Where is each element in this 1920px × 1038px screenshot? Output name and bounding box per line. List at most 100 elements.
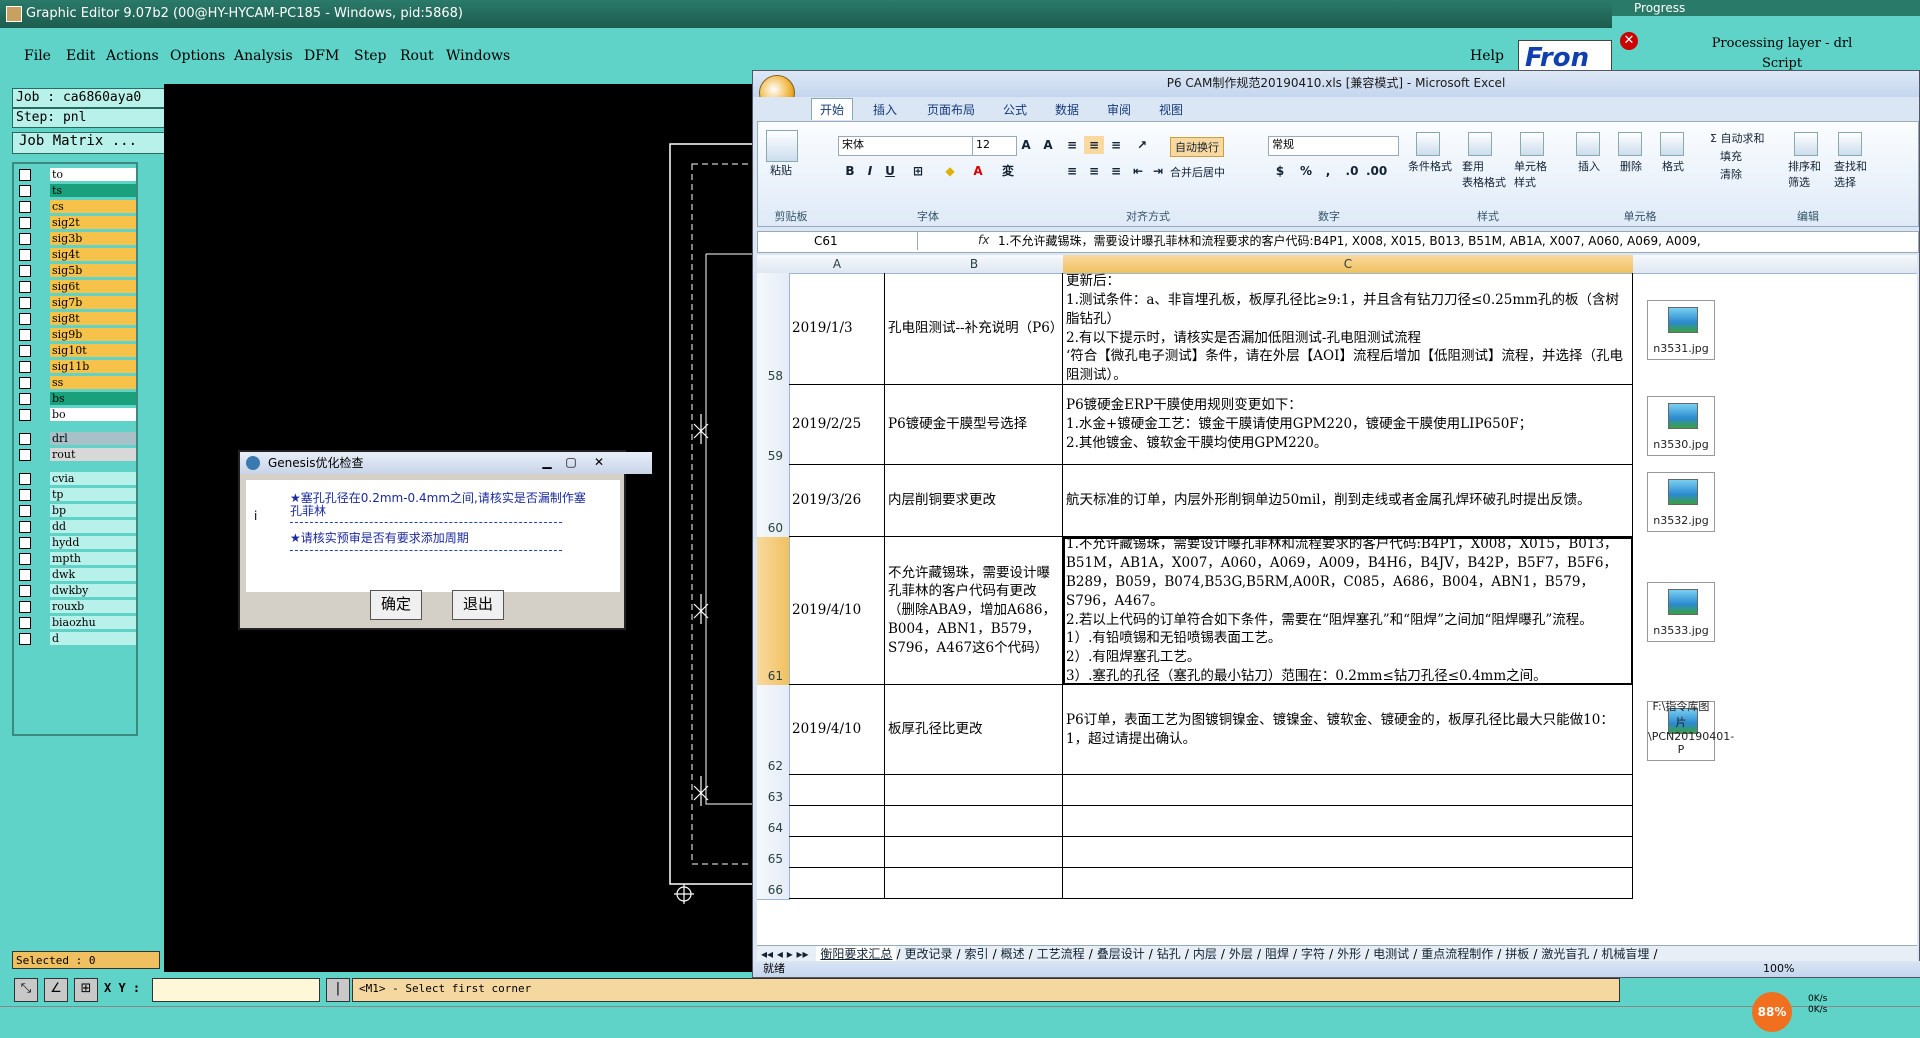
sheet-tab[interactable]: 概述: [997, 946, 1029, 962]
date-cell[interactable]: 2019/4/10: [789, 537, 885, 685]
tab-formulas[interactable]: 公式: [1003, 101, 1027, 118]
sheet-tab[interactable]: 电测试: [1369, 946, 1413, 962]
title-cell[interactable]: P6镀硬金干膜型号选择: [885, 385, 1063, 465]
row-header[interactable]: 65: [757, 837, 790, 869]
menu-options[interactable]: Options: [170, 48, 225, 64]
sheet-tab[interactable]: 外形: [1333, 946, 1365, 962]
layer-checkbox[interactable]: [19, 249, 31, 261]
layer-row-to[interactable]: to: [16, 168, 136, 182]
layer-label[interactable]: hydd: [50, 536, 136, 549]
sort-filter-icon[interactable]: [1794, 132, 1818, 156]
shrink-font-icon[interactable]: A: [1038, 136, 1058, 154]
empty-cell[interactable]: [789, 806, 885, 837]
tab-insert[interactable]: 插入: [873, 101, 897, 118]
layer-checkbox[interactable]: [19, 345, 31, 357]
conditional-format-label[interactable]: 条件格式: [1408, 158, 1452, 174]
menu-file[interactable]: File: [24, 48, 51, 64]
cell-style-icon[interactable]: [1520, 132, 1544, 156]
layer-row-cvia[interactable]: cvia: [16, 472, 136, 486]
fill-color-icon[interactable]: ◆: [940, 162, 960, 180]
layer-label[interactable]: sig8t: [50, 312, 136, 325]
menu-edit[interactable]: Edit: [66, 48, 95, 64]
title-cell[interactable]: 内层削铜要求更改: [885, 465, 1063, 537]
layer-checkbox[interactable]: [19, 505, 31, 517]
phonetic-icon[interactable]: 変: [998, 162, 1018, 180]
layer-row-sig10t[interactable]: sig10t: [16, 344, 136, 358]
empty-cell[interactable]: [789, 837, 885, 868]
layer-checkbox[interactable]: [19, 297, 31, 309]
layer-label[interactable]: sig11b: [50, 360, 136, 373]
xy-input[interactable]: [152, 978, 320, 1002]
minimize-icon[interactable]: ▁: [536, 454, 558, 470]
row-header[interactable]: 60: [757, 465, 790, 538]
layer-row-cs[interactable]: cs: [16, 200, 136, 214]
layer-label[interactable]: bs: [50, 392, 136, 405]
menu-step[interactable]: Step: [354, 48, 386, 64]
layer-checkbox[interactable]: [19, 313, 31, 325]
embedded-image[interactable]: F:\指令库图片\PCN20190401-P: [1647, 700, 1734, 761]
layer-checkbox[interactable]: [19, 633, 31, 645]
layer-row-bo[interactable]: bo: [16, 408, 136, 422]
empty-cell[interactable]: [1063, 775, 1633, 806]
insert-cells-label[interactable]: 插入: [1578, 158, 1600, 174]
underline-button[interactable]: U: [880, 162, 900, 180]
align-middle-icon[interactable]: ≡: [1084, 136, 1104, 154]
column-header-d[interactable]: [1633, 255, 1917, 274]
layer-row-biaozhu[interactable]: biaozhu: [16, 616, 136, 630]
row-header[interactable]: 61: [757, 537, 790, 686]
layer-label[interactable]: cs: [50, 200, 136, 213]
font-name-select[interactable]: 宋体: [838, 136, 973, 156]
number-format-select[interactable]: 常规: [1268, 136, 1399, 156]
content-cell[interactable]: 1.不允许藏锡珠，需要设计曝孔菲林和流程要求的客户代码:B4P1，X008，X0…: [1063, 537, 1633, 685]
align-center-icon[interactable]: ≡: [1084, 162, 1104, 180]
indent-increase-icon[interactable]: ⇥: [1148, 162, 1168, 180]
sheet-tab[interactable]: 内层: [1189, 946, 1221, 962]
layer-checkbox[interactable]: [19, 537, 31, 549]
sheet-tab[interactable]: 激光盲孔: [1537, 946, 1593, 962]
conditional-format-icon[interactable]: [1416, 132, 1440, 156]
layer-checkbox[interactable]: [19, 601, 31, 613]
table-format-icon[interactable]: [1468, 132, 1492, 156]
layer-checkbox[interactable]: [19, 585, 31, 597]
empty-cell[interactable]: [1063, 806, 1633, 837]
layer-checkbox[interactable]: [19, 233, 31, 245]
find-select-label[interactable]: 查找和 选择: [1834, 158, 1867, 190]
layer-checkbox[interactable]: [19, 489, 31, 501]
layer-row-tp[interactable]: tp: [16, 488, 136, 502]
content-cell[interactable]: P6订单，表面工艺为图镀铜镍金、镀镍金、镀软金、镀硬金的，板厚孔径比最大只能做1…: [1063, 685, 1633, 775]
zoom-icon[interactable]: ⤡: [14, 978, 38, 1002]
paste-icon[interactable]: [766, 130, 798, 162]
layer-row-ts[interactable]: ts: [16, 184, 136, 198]
layer-checkbox[interactable]: [19, 201, 31, 213]
layer-row-ss[interactable]: ss: [16, 376, 136, 390]
layer-row-sig9b[interactable]: sig9b: [16, 328, 136, 342]
sheet-tab[interactable]: 索引: [961, 946, 993, 962]
layer-label[interactable]: bo: [50, 408, 136, 421]
layer-label[interactable]: rouxb: [50, 600, 136, 613]
currency-icon[interactable]: $: [1270, 162, 1290, 180]
decrease-decimal-icon[interactable]: .00: [1366, 162, 1387, 180]
layer-row-sig11b[interactable]: sig11b: [16, 360, 136, 374]
column-header-c[interactable]: C: [1063, 255, 1634, 274]
embedded-image[interactable]: n3532.jpg: [1647, 472, 1715, 532]
layer-row-sig7b[interactable]: sig7b: [16, 296, 136, 310]
layer-checkbox[interactable]: [19, 473, 31, 485]
layer-checkbox[interactable]: [19, 217, 31, 229]
layer-label[interactable]: cvia: [50, 472, 136, 485]
layer-checkbox[interactable]: [19, 521, 31, 533]
sheet-tab[interactable]: 衡阳要求汇总: [816, 946, 897, 962]
layer-label[interactable]: dwk: [50, 568, 136, 581]
title-cell[interactable]: 板厚孔径比更改: [885, 685, 1063, 775]
font-color-icon[interactable]: A: [968, 162, 988, 180]
layer-label[interactable]: to: [50, 168, 136, 181]
layer-label[interactable]: drl: [50, 432, 136, 445]
row-header[interactable]: 64: [757, 806, 790, 838]
orientation-icon[interactable]: ↗: [1132, 136, 1152, 154]
menu-dfm[interactable]: DFM: [304, 48, 339, 64]
sheet-tab[interactable]: 阻焊: [1261, 946, 1293, 962]
measure-icon[interactable]: ∠: [44, 978, 68, 1002]
layer-checkbox[interactable]: [19, 169, 31, 181]
layer-label[interactable]: rout: [50, 448, 136, 461]
layer-row-sig6t[interactable]: sig6t: [16, 280, 136, 294]
empty-cell[interactable]: [885, 837, 1063, 868]
